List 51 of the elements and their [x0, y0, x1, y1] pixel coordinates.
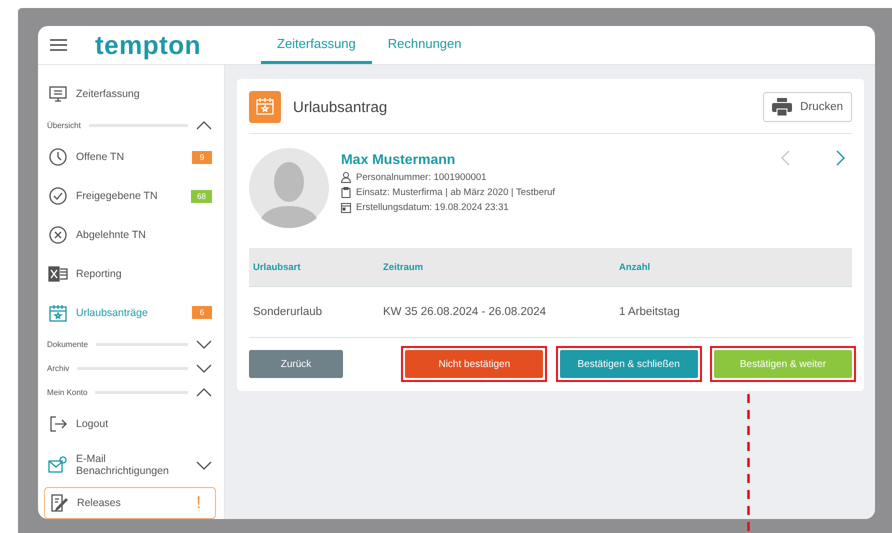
- check-icon: [48, 186, 68, 206]
- chevron-down-icon[interactable]: [196, 460, 212, 470]
- column-header: Zeitraum: [383, 262, 424, 272]
- user-icon: [341, 172, 351, 183]
- sidebar-item[interactable]: Abgelehnte TN: [44, 216, 216, 255]
- person-name: Max Mustermann: [341, 151, 456, 167]
- sidebar-item[interactable]: Logout: [44, 404, 216, 444]
- action-button[interactable]: Zurück: [249, 350, 343, 378]
- sidebar-item[interactable]: Offene TN 9: [44, 138, 216, 177]
- count-badge: 6: [192, 306, 212, 320]
- card-title: Urlaubsantrag: [293, 98, 388, 116]
- chevron-down-icon[interactable]: [196, 340, 212, 349]
- section-label: Übersicht: [47, 121, 81, 130]
- table-cell-text: Sonderurlaub: [252, 306, 324, 318]
- releases-item[interactable]: Releases !: [44, 487, 216, 519]
- info-text: Erstellungsdatum: 19.08.2024 23:31: [356, 202, 509, 213]
- mail-icon: [48, 455, 68, 476]
- section-label: Archiv: [47, 364, 70, 373]
- chevron-down-icon[interactable]: [196, 364, 212, 373]
- info-text: Personalnummer: 1001900001: [356, 172, 486, 183]
- calendar-icon: [48, 302, 68, 323]
- edit-icon: [49, 493, 69, 514]
- table-cell-text: 1 Arbeitstag: [619, 306, 681, 318]
- info-text: Einsatz: Musterfirma | ab März 2020 | Testberuf: [356, 187, 556, 198]
- print-button[interactable]: Drucken: [763, 92, 852, 122]
- sidebar-item[interactable]: E-Mail Benachrichtigungen: [44, 443, 216, 488]
- sidebar-item[interactable]: Reporting: [44, 254, 216, 294]
- clipboard-icon: [341, 187, 351, 198]
- sheet-icon: [48, 264, 68, 284]
- calendar-icon: [341, 202, 351, 213]
- calendar-icon: [249, 91, 281, 123]
- alert-mark: !: [196, 493, 201, 514]
- next-icon[interactable]: [836, 150, 846, 166]
- column-header: Anzahl: [619, 262, 652, 272]
- chevron-up-icon[interactable]: [196, 121, 212, 130]
- count-badge: 9: [192, 150, 212, 164]
- sidebar-item[interactable]: Freigegebene TN 68: [44, 176, 216, 216]
- table-cell-text: KW 35 26.08.2024 - 26.08.2024: [383, 306, 548, 318]
- logout-icon: [48, 414, 68, 434]
- section-label: Mein Konto: [47, 388, 88, 397]
- sidebar-item[interactable]: Zeiterfassung: [44, 75, 216, 114]
- action-button[interactable]: Nicht bestätigen: [405, 350, 544, 378]
- section-label: Dokumente: [47, 340, 88, 349]
- printer-icon: [772, 98, 792, 116]
- monitor-icon: [48, 84, 68, 104]
- cross-icon: [48, 225, 68, 246]
- column-header: Urlaubsart: [252, 262, 302, 272]
- count-badge: 68: [191, 190, 212, 203]
- chevron-up-icon[interactable]: [196, 388, 212, 397]
- clock-icon: [48, 147, 68, 168]
- menu-icon[interactable]: [50, 39, 67, 51]
